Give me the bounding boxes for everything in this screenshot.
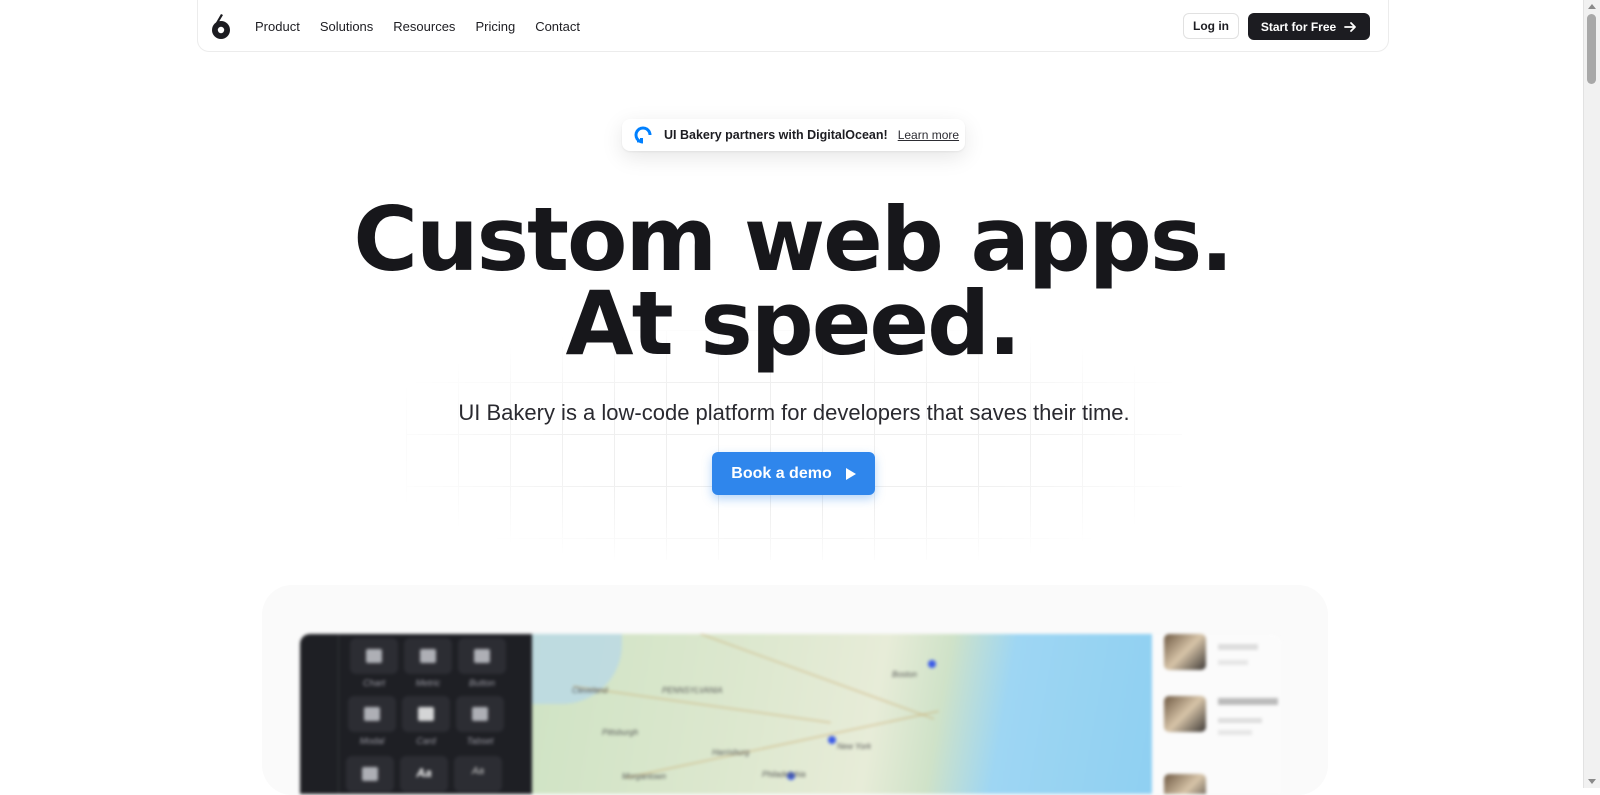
top-navigation: Product Solutions Resources Pricing Cont… [197,0,1389,52]
metric-icon [420,649,436,663]
list-widget [1152,634,1282,794]
component-label: Modal [359,736,385,746]
app-builder-preview: Chart Metric Button Modal Card Tabset Aa… [300,634,1282,794]
scroll-down-icon[interactable] [1588,779,1596,784]
nav-contact[interactable]: Contact [535,19,580,34]
component-chart [350,638,398,674]
ui-bakery-logo[interactable] [211,12,231,40]
map-label: Morgantown [622,772,667,781]
announcement-text: UI Bakery partners with DigitalOcean! [664,128,888,142]
map-widget: PENNSYLVANIA Pittsburgh Harrisburg Phila… [532,634,1152,794]
component-text: Aa [400,756,448,792]
map-label: Boston [892,670,917,679]
component-button [458,638,506,674]
learn-more-link[interactable]: Learn more [898,128,959,142]
nav-solutions[interactable]: Solutions [320,19,373,34]
map-label: PENNSYLVANIA [662,686,723,695]
start-for-free-label: Start for Free [1260,19,1337,34]
map-label: Pittsburgh [602,728,639,737]
component-label: Card [416,736,436,746]
map-pin[interactable] [828,736,836,744]
digitalocean-icon [634,126,652,144]
component-label: Chart [362,678,385,688]
play-icon [845,467,856,480]
nav-product[interactable]: Product [255,19,300,34]
map-label: Philadelphia [762,770,806,779]
list-thumbnail [1164,696,1206,732]
component-label: Metric [415,678,441,688]
card-icon [418,707,434,721]
map-pin[interactable] [928,660,936,668]
list-item-text [1218,718,1262,723]
hero-subtitle: UI Bakery is a low-code platform for dev… [458,400,1130,425]
list-item-text [1218,730,1252,735]
panel-divider [338,634,339,794]
text-glyph: Aa [416,766,432,780]
nav-links: Product Solutions Resources Pricing Cont… [255,0,580,52]
chart-icon [366,649,382,663]
hero-title-line1: Custom web apps. [353,188,1233,291]
list-thumbnail [1164,774,1206,794]
modal-icon [364,707,380,721]
map-road [625,710,939,779]
component-select [346,756,394,792]
components-panel: Chart Metric Button Modal Card Tabset Aa… [300,634,532,794]
scroll-thumb[interactable] [1587,14,1596,84]
nav-resources[interactable]: Resources [393,19,455,34]
start-for-free-button[interactable]: Start for Free [1248,13,1370,40]
heading-glyph: Aa [471,766,485,777]
map-label: Harrisburg [712,748,750,757]
arrow-right-icon [1344,21,1357,32]
announcement-banner: UI Bakery partners with DigitalOcean! Le… [622,119,965,151]
component-card [402,696,450,732]
map-label: New York [837,742,872,751]
nav-pricing[interactable]: Pricing [475,19,515,34]
component-modal [348,696,396,732]
list-item-text [1218,698,1278,705]
component-label: Button [468,678,496,688]
component-heading: Aa [454,756,502,792]
book-demo-button[interactable]: Book a demo [712,452,875,495]
component-metric [404,638,452,674]
map-label: Cleveland [572,686,608,695]
hero-title-line2: At speed. [565,272,1022,375]
hero-title: Custom web apps. At speed. [0,188,1585,375]
select-icon [362,767,378,781]
list-thumbnail [1164,634,1206,670]
list-item-text [1218,660,1248,665]
component-label: Tabset [466,736,494,746]
page-scrollbar[interactable] [1583,0,1600,788]
book-demo-label: Book a demo [731,464,832,482]
button-icon [474,649,490,663]
tabset-icon [472,707,488,721]
component-tabset [456,696,504,732]
login-button[interactable]: Log in [1183,13,1239,39]
list-item-text [1218,644,1258,650]
scroll-up-icon[interactable] [1588,4,1596,9]
